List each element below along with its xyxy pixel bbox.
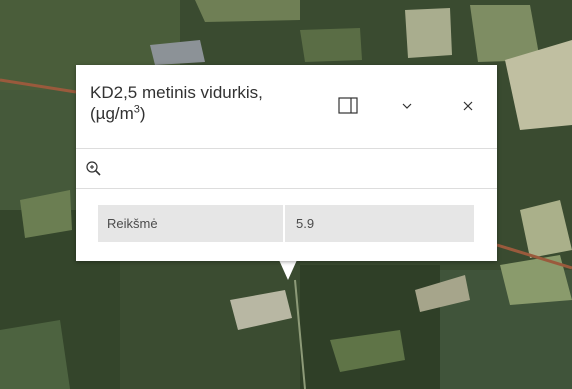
popup-title-main: KD2,5 metinis vidurkis, bbox=[90, 83, 263, 102]
attribute-value: 5.9 bbox=[296, 216, 315, 231]
close-button[interactable] bbox=[455, 93, 481, 119]
popup-title-unit: (µg/m bbox=[90, 104, 134, 123]
zoom-to-icon bbox=[86, 161, 101, 176]
dock-side-icon bbox=[338, 97, 358, 114]
close-icon bbox=[463, 101, 473, 111]
dock-button[interactable] bbox=[335, 93, 361, 119]
attribute-name: Reikšmė bbox=[98, 205, 285, 242]
map-popup: KD2,5 metinis vidurkis, (µg/m3) Reikšmė … bbox=[76, 65, 497, 261]
zoom-to-button[interactable] bbox=[84, 159, 104, 179]
attribute-table: Reikšmė 5.9 bbox=[98, 205, 474, 242]
popup-header: KD2,5 metinis vidurkis, (µg/m3) bbox=[76, 65, 497, 149]
popup-title-unit-close: ) bbox=[139, 104, 146, 123]
popup-title: KD2,5 metinis vidurkis, (µg/m3) bbox=[90, 82, 315, 124]
popup-pointer bbox=[279, 260, 297, 280]
popup-actions bbox=[76, 149, 497, 189]
collapse-button[interactable] bbox=[394, 93, 420, 119]
chevron-down-icon bbox=[402, 103, 412, 109]
